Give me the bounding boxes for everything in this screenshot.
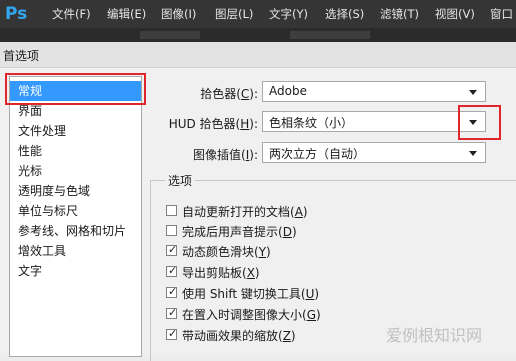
hud-picker-label-text: HUD 拾色器( [168, 117, 241, 131]
option-label: 自动更新打开的文档(A) [182, 203, 308, 220]
checkbox[interactable] [166, 225, 177, 236]
menu-edit[interactable]: 编辑(E) [107, 0, 146, 28]
color-picker-label-key: C [240, 87, 250, 101]
dialog-titlebar[interactable]: 首选项 [0, 42, 516, 68]
color-picker-label: 拾色器(C): [180, 85, 258, 102]
color-picker-label-text: 拾色器( [200, 87, 241, 101]
color-picker-dropdown[interactable]: Adobe [262, 81, 486, 102]
hud-picker-value: 色相条纹（小） [269, 116, 354, 130]
interpolation-label-end: ): [249, 148, 258, 162]
highlight-box-hud-dropdown [458, 105, 501, 140]
option-text: 带动画效果的缩放( [182, 329, 283, 343]
photoshop-logo: Ps [5, 4, 28, 24]
menu-layer[interactable]: 图层(L) [215, 0, 253, 28]
category-plugins[interactable]: 增效工具 [10, 241, 141, 261]
category-file-handling[interactable]: 文件处理 [10, 121, 141, 141]
category-list[interactable]: 常规 界面 文件处理 性能 光标 透明度与色域 单位与标尺 参考线、网格和切片 … [9, 76, 142, 357]
checkbox[interactable]: ✓ [166, 306, 178, 319]
hud-picker-label-key: H [240, 117, 250, 131]
option-text: 导出剪贴板( [182, 266, 247, 280]
checkbox[interactable]: ✓ [166, 285, 178, 298]
option-end: ) [291, 225, 297, 239]
interpolation-label: 图像插值(I): [170, 146, 258, 163]
option-end: ) [254, 266, 260, 280]
menu-bar: Ps 文件(F) 编辑(E) 图像(I) 图层(L) 文字(Y) 选择(S) 滤… [0, 0, 516, 28]
option-end: ) [316, 308, 321, 322]
option-end: ) [290, 329, 296, 343]
option-label: 动态颜色滑块(Y) [182, 243, 271, 260]
options-group-title: 选项 [165, 172, 196, 189]
option-label: 使用 Shift 键切换工具(U) [182, 285, 319, 302]
dialog-title: 首选项 [3, 49, 40, 63]
chevron-down-icon [469, 151, 477, 156]
interpolation-dropdown[interactable]: 两次立方（自动） [262, 142, 486, 163]
option-key: X [246, 266, 255, 280]
menu-filter[interactable]: 滤镜(T) [380, 0, 419, 28]
category-type[interactable]: 文字 [10, 261, 141, 281]
menu-view[interactable]: 视图(V) [435, 0, 475, 28]
option-label: 在置入时调整图像大小(G) [182, 306, 321, 323]
menu-file[interactable]: 文件(F) [52, 0, 91, 28]
color-picker-value: Adobe [269, 84, 307, 98]
menu-select[interactable]: 选择(S) [325, 0, 364, 28]
option-text: 完成后用声音提示( [182, 225, 283, 239]
checkbox[interactable]: ✓ [166, 264, 178, 277]
option-key: D [282, 225, 292, 239]
option-key: A [294, 205, 303, 219]
interpolation-value: 两次立方（自动） [269, 147, 366, 161]
category-performance[interactable]: 性能 [10, 141, 141, 161]
option-text: 在置入时调整图像大小( [182, 308, 307, 322]
hud-picker-label: HUD 拾色器(H): [150, 115, 258, 132]
option-label: 导出剪贴板(X) [182, 264, 260, 281]
category-guides-grid-slices[interactable]: 参考线、网格和切片 [10, 221, 141, 241]
menu-image[interactable]: 图像(I) [161, 0, 196, 28]
option-text: 自动更新打开的文档( [182, 205, 295, 219]
checkbox[interactable]: ✓ [166, 243, 178, 256]
check-icon: ✓ [168, 285, 178, 298]
option-key: Z [282, 329, 291, 343]
chevron-down-icon [469, 90, 477, 95]
option-end: ) [314, 287, 320, 301]
options-bar-control [140, 31, 200, 39]
hud-picker-label-end: ): [249, 117, 258, 131]
option-text: 动态颜色滑块( [182, 245, 259, 259]
check-icon: ✓ [168, 327, 178, 340]
option-text: 使用 Shift 键切换工具( [182, 287, 306, 301]
menu-window[interactable]: 窗口 [490, 0, 513, 28]
checkbox[interactable] [166, 205, 177, 216]
option-label: 完成后用声音提示(D) [182, 223, 297, 240]
check-icon: ✓ [168, 306, 178, 319]
interpolation-label-text: 图像插值( [193, 148, 246, 162]
color-picker-label-end: ): [249, 87, 258, 101]
checkbox[interactable]: ✓ [166, 327, 178, 340]
option-end: ) [302, 205, 308, 219]
category-transparency-gamut[interactable]: 透明度与色域 [10, 181, 141, 201]
highlight-box-general [5, 73, 146, 105]
category-cursors[interactable]: 光标 [10, 161, 141, 181]
option-end: ) [266, 245, 271, 259]
hud-picker-dropdown[interactable]: 色相条纹（小） [262, 111, 486, 132]
option-key: Y [258, 245, 267, 259]
options-bar [0, 28, 516, 42]
category-units-rulers[interactable]: 单位与标尺 [10, 201, 141, 221]
check-icon: ✓ [168, 264, 178, 277]
watermark: 爱例根知识网 [386, 326, 483, 345]
check-icon: ✓ [168, 243, 178, 256]
option-key: G [306, 308, 316, 322]
option-label: 带动画效果的缩放(Z) [182, 327, 296, 344]
options-bar-control [290, 31, 370, 39]
preferences-dialog: 首选项 常规 界面 文件处理 性能 光标 透明度与色域 单位与标尺 参考线、网格… [0, 42, 516, 361]
menu-type[interactable]: 文字(Y) [269, 0, 308, 28]
